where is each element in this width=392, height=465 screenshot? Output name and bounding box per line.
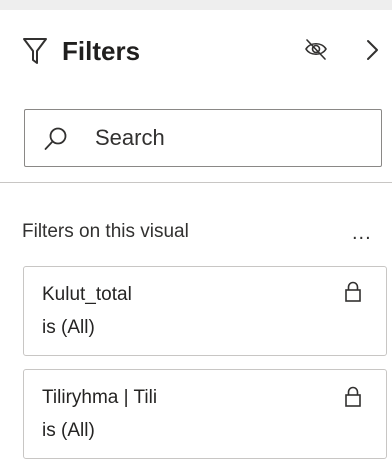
filter-icon (23, 38, 47, 64)
section-label: Filters on this visual (22, 221, 189, 242)
pane-title: Filters (62, 36, 141, 66)
filters-header: Filters (22, 29, 387, 73)
filter-card-kulut-total[interactable]: Kulut_total is (All) (23, 266, 387, 356)
filter-card-name: Kulut_total (42, 284, 132, 305)
filters-pane: Filters Filters on this visual ... Kulut… (0, 0, 392, 465)
filter-card-name: Tiliryhma | Tili (42, 387, 158, 408)
eye-hidden-icon[interactable] (303, 37, 329, 63)
search-box[interactable] (24, 109, 382, 167)
filter-card-value: is (All) (42, 420, 95, 441)
search-icon (44, 127, 67, 150)
chevron-right-icon[interactable] (365, 36, 381, 64)
divider (0, 182, 392, 183)
lock-icon (345, 281, 361, 302)
search-input[interactable] (95, 120, 365, 156)
lock-icon (345, 386, 361, 407)
filter-card-tiliryhma-tili[interactable]: Tiliryhma | Tili is (All) (23, 369, 387, 459)
top-strip (0, 0, 392, 10)
filter-card-value: is (All) (42, 317, 95, 338)
more-options-icon[interactable]: ... (352, 223, 372, 243)
